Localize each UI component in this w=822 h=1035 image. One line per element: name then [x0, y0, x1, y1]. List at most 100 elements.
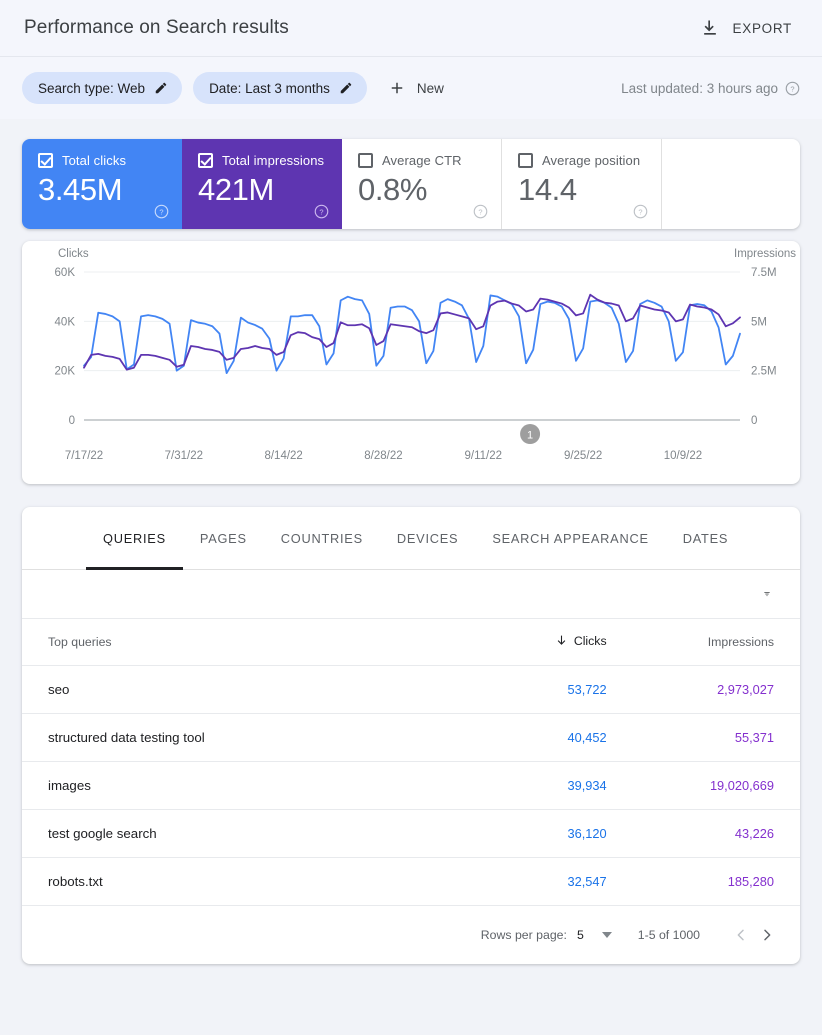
metric-value-average-ctr: 0.8% [358, 172, 485, 208]
pagination-range: 1-5 of 1000 [638, 928, 700, 942]
cell-query: seo [22, 665, 473, 713]
table-row[interactable]: images 39,934 19,020,669 [22, 761, 800, 809]
dimension-table-card: QUERIES PAGES COUNTRIES DEVICES SEARCH A… [22, 507, 800, 964]
chevron-left-icon [733, 927, 749, 943]
svg-text:8/28/22: 8/28/22 [364, 450, 402, 462]
cell-impressions: 2,973,027 [637, 665, 800, 713]
pencil-icon [339, 81, 353, 95]
table-row[interactable]: robots.txt 32,547 185,280 [22, 857, 800, 905]
table-row[interactable]: seo 53,722 2,973,027 [22, 665, 800, 713]
tab-dates[interactable]: DATES [666, 507, 745, 570]
cell-clicks: 32,547 [473, 857, 636, 905]
export-label: EXPORT [733, 21, 792, 36]
metric-card-average-position[interactable]: Average position 14.4 ? [502, 139, 662, 229]
tab-countries[interactable]: COUNTRIES [264, 507, 380, 570]
svg-text:5M: 5M [751, 316, 767, 328]
metric-card-total-impressions[interactable]: Total impressions 421M ? [182, 139, 342, 229]
table-row[interactable]: test google search 36,120 43,226 [22, 809, 800, 857]
tab-devices[interactable]: DEVICES [380, 507, 475, 570]
metric-label-average-ctr: Average CTR [382, 153, 462, 168]
last-updated: Last updated: 3 hours ago ? [621, 81, 800, 96]
tab-queries[interactable]: QUERIES [86, 507, 183, 570]
filter-chip-search-type[interactable]: Search type: Web [22, 72, 182, 104]
plus-icon [388, 79, 406, 97]
column-header-clicks[interactable]: Clicks [473, 619, 636, 665]
queries-table: Top queries Clicks Impressions seo 53,72… [22, 619, 800, 906]
svg-text:?: ? [478, 207, 482, 216]
checkbox-total-impressions[interactable] [198, 153, 213, 168]
cell-impressions: 43,226 [637, 809, 800, 857]
next-page-button[interactable] [754, 922, 780, 948]
page-title: Performance on Search results [24, 17, 289, 39]
metric-card-header: Total impressions [198, 153, 326, 168]
cell-impressions: 55,371 [637, 713, 800, 761]
cell-query: robots.txt [22, 857, 473, 905]
rows-per-page-label: Rows per page: [481, 928, 567, 942]
tab-search-appearance[interactable]: SEARCH APPEARANCE [475, 507, 665, 570]
svg-text:1: 1 [527, 430, 533, 442]
new-filter-label: New [417, 81, 444, 96]
metric-label-average-position: Average position [542, 153, 640, 168]
metric-label-total-impressions: Total impressions [222, 153, 324, 168]
metric-value-total-clicks: 3.45M [38, 172, 166, 208]
metric-card-header: Average CTR [358, 153, 485, 168]
svg-text:0: 0 [69, 415, 75, 427]
filter-chip-date-label: Date: Last 3 months [209, 81, 330, 96]
svg-text:Clicks: Clicks [58, 248, 89, 260]
metric-cards-container: Total clicks 3.45M ? Total impressions 4… [22, 139, 800, 229]
cell-impressions: 19,020,669 [637, 761, 800, 809]
svg-text:?: ? [790, 84, 794, 93]
checkbox-average-position[interactable] [518, 153, 533, 168]
svg-text:40K: 40K [55, 316, 76, 328]
filter-chip-date[interactable]: Date: Last 3 months [193, 72, 367, 104]
checkbox-total-clicks[interactable] [38, 153, 53, 168]
filter-funnel-icon[interactable] [757, 584, 777, 604]
checkbox-average-ctr[interactable] [358, 153, 373, 168]
pagination: Rows per page: 5 1-5 of 1000 [22, 906, 800, 964]
column-header-impressions[interactable]: Impressions [637, 619, 800, 665]
export-button[interactable]: EXPORT [692, 12, 800, 44]
svg-text:0: 0 [751, 415, 757, 427]
dimension-tabs: QUERIES PAGES COUNTRIES DEVICES SEARCH A… [22, 507, 800, 570]
filter-chip-search-type-label: Search type: Web [38, 81, 145, 96]
performance-chart[interactable]: ClicksImpressions0020K2.5M40K5M60K7.5M7/… [22, 241, 800, 484]
table-row[interactable]: structured data testing tool 40,452 55,3… [22, 713, 800, 761]
metric-card-header: Average position [518, 153, 645, 168]
svg-text:7/31/22: 7/31/22 [165, 450, 203, 462]
sort-clicks[interactable]: Clicks [555, 634, 607, 648]
svg-text:9/25/22: 9/25/22 [564, 450, 602, 462]
table-body: seo 53,722 2,973,027 structured data tes… [22, 665, 800, 905]
metric-card-total-clicks[interactable]: Total clicks 3.45M ? [22, 139, 182, 229]
help-circle-icon[interactable]: ? [473, 204, 488, 219]
cell-query: structured data testing tool [22, 713, 473, 761]
cell-query: images [22, 761, 473, 809]
new-filter-button[interactable]: New [378, 72, 458, 104]
svg-text:20K: 20K [55, 366, 76, 378]
column-header-query[interactable]: Top queries [22, 619, 473, 665]
svg-text:9/11/22: 9/11/22 [465, 450, 503, 462]
cell-clicks: 36,120 [473, 809, 636, 857]
download-icon [700, 18, 720, 38]
metric-value-average-position: 14.4 [518, 172, 645, 208]
metric-label-total-clicks: Total clicks [62, 153, 126, 168]
svg-text:10/9/22: 10/9/22 [664, 450, 702, 462]
svg-text:7.5M: 7.5M [751, 267, 777, 279]
prev-page-button[interactable] [728, 922, 754, 948]
caret-down-icon[interactable] [602, 930, 612, 940]
help-circle-icon[interactable]: ? [154, 204, 169, 219]
rows-per-page-value[interactable]: 5 [577, 928, 584, 942]
metric-card-header: Total clicks [38, 153, 166, 168]
help-circle-icon[interactable]: ? [633, 204, 648, 219]
cell-clicks: 53,722 [473, 665, 636, 713]
table-filter-row [22, 570, 800, 619]
metric-cards: Total clicks 3.45M ? Total impressions 4… [22, 139, 800, 229]
metric-card-average-ctr[interactable]: Average CTR 0.8% ? [342, 139, 502, 229]
tab-pages[interactable]: PAGES [183, 507, 264, 570]
last-updated-label: Last updated: 3 hours ago [621, 81, 778, 96]
help-circle-icon[interactable]: ? [785, 81, 800, 96]
table-header-row: Top queries Clicks Impressions [22, 619, 800, 665]
table-head: Top queries Clicks Impressions [22, 619, 800, 665]
svg-text:?: ? [319, 207, 323, 216]
svg-text:8/14/22: 8/14/22 [264, 450, 302, 462]
help-circle-icon[interactable]: ? [314, 204, 329, 219]
